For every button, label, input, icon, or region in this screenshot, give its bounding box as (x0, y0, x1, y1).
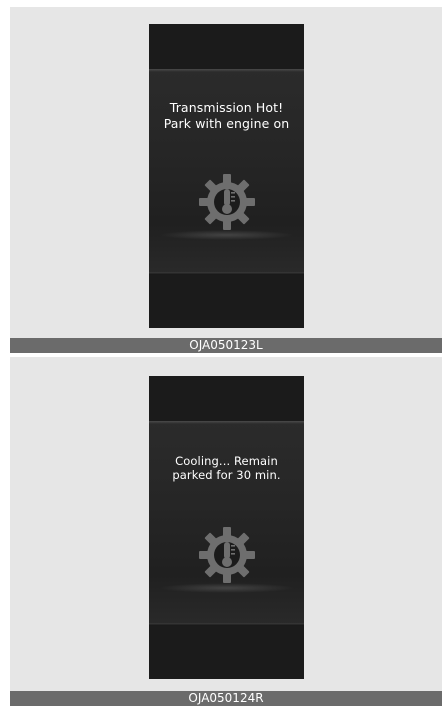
display-message-band (149, 421, 304, 626)
cluster-display-screen: Transmission Hot! Park with engine on (149, 24, 304, 328)
transmission-temperature-gear-icon (198, 174, 255, 230)
figure-caption: OJA050124R (10, 691, 442, 706)
cluster-display-screen: Cooling... Remain parked for 30 min. (149, 376, 304, 679)
transmission-temperature-gear-icon (198, 527, 255, 583)
warning-message-line-1: Cooling... Remain (175, 454, 278, 468)
warning-message-line-1: Transmission Hot! (169, 100, 284, 115)
top-figure-panel: Transmission Hot! Park with engine on (10, 7, 442, 338)
bottom-figure-panel: Cooling... Remain parked for 30 min. (10, 357, 442, 691)
warning-message: Cooling... Remain parked for 30 min. (149, 454, 304, 482)
warning-message-line-2: Park with engine on (163, 116, 290, 131)
figure-caption: OJA050123L (10, 338, 442, 353)
warning-message-line-2: parked for 30 min. (172, 468, 281, 482)
warning-message: Transmission Hot! Park with engine on (149, 100, 304, 132)
